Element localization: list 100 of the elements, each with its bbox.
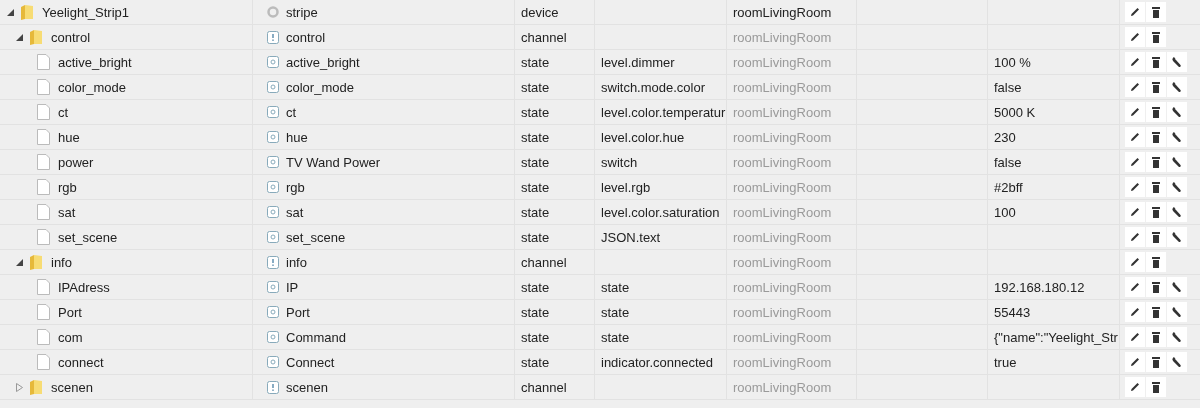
object-name[interactable]: power: [58, 154, 94, 170]
edit-button[interactable]: [1125, 102, 1145, 122]
delete-button[interactable]: [1146, 27, 1166, 47]
delete-button[interactable]: [1146, 177, 1166, 197]
object-name[interactable]: color_mode: [58, 79, 126, 95]
object-room: roomLivingRoom: [733, 329, 832, 345]
settings-button[interactable]: [1167, 127, 1187, 147]
edit-button[interactable]: [1125, 227, 1145, 247]
settings-button[interactable]: [1167, 177, 1187, 197]
file-icon: [37, 129, 50, 145]
trash-icon: [1152, 106, 1160, 118]
edit-button[interactable]: [1125, 177, 1145, 197]
object-room: roomLivingRoom: [733, 4, 832, 20]
object-name[interactable]: control: [51, 29, 91, 45]
delete-button[interactable]: [1146, 77, 1166, 97]
state-icon: [267, 231, 279, 243]
state-icon: [267, 356, 279, 368]
settings-button[interactable]: [1167, 152, 1187, 172]
trash-icon: [1152, 331, 1160, 343]
expand-arrow[interactable]: [15, 258, 23, 266]
object-name[interactable]: active_bright: [58, 54, 132, 70]
edit-button[interactable]: [1125, 277, 1145, 297]
object-room: roomLivingRoom: [733, 129, 832, 145]
state-icon: [267, 131, 279, 143]
edit-button[interactable]: [1125, 352, 1145, 372]
object-name[interactable]: hue: [58, 129, 80, 145]
settings-button[interactable]: [1167, 277, 1187, 297]
settings-button[interactable]: [1167, 327, 1187, 347]
edit-button[interactable]: [1125, 302, 1145, 322]
object-title: TV Wand Power: [286, 154, 381, 170]
object-name[interactable]: Yeelight_Strip1: [42, 4, 129, 20]
pencil-icon: [1130, 232, 1140, 242]
state-icon: [267, 281, 279, 293]
object-name[interactable]: sat: [58, 204, 76, 220]
edit-button[interactable]: [1125, 127, 1145, 147]
edit-button[interactable]: [1125, 77, 1145, 97]
delete-button[interactable]: [1146, 127, 1166, 147]
settings-button[interactable]: [1167, 52, 1187, 72]
pencil-icon: [1130, 307, 1140, 317]
object-role: switch.mode.color: [601, 79, 706, 95]
delete-button[interactable]: [1146, 227, 1166, 247]
delete-button[interactable]: [1146, 252, 1166, 272]
settings-button[interactable]: [1167, 77, 1187, 97]
trash-icon: [1152, 31, 1160, 43]
delete-button[interactable]: [1146, 277, 1166, 297]
delete-button[interactable]: [1146, 377, 1166, 397]
edit-button[interactable]: [1125, 52, 1145, 72]
object-type: channel: [521, 254, 567, 270]
edit-button[interactable]: [1125, 27, 1145, 47]
edit-button[interactable]: [1125, 2, 1145, 22]
settings-button[interactable]: [1167, 202, 1187, 222]
delete-button[interactable]: [1146, 2, 1166, 22]
ring-icon: [267, 6, 279, 18]
edit-button[interactable]: [1125, 377, 1145, 397]
expand-arrow[interactable]: [15, 33, 23, 41]
settings-button[interactable]: [1167, 302, 1187, 322]
object-name[interactable]: scenen: [51, 379, 93, 395]
object-role: state: [601, 304, 630, 320]
object-name[interactable]: set_scene: [58, 229, 118, 245]
edit-button[interactable]: [1125, 152, 1145, 172]
object-room: roomLivingRoom: [733, 279, 832, 295]
object-name[interactable]: info: [51, 254, 72, 270]
object-name[interactable]: IPAdress: [58, 279, 110, 295]
pencil-icon: [1130, 32, 1140, 42]
object-type: state: [521, 154, 550, 170]
object-name[interactable]: rgb: [58, 179, 77, 195]
trash-icon: [1152, 381, 1160, 393]
settings-button[interactable]: [1167, 102, 1187, 122]
settings-button[interactable]: [1167, 227, 1187, 247]
delete-button[interactable]: [1146, 302, 1166, 322]
object-name[interactable]: Port: [58, 304, 82, 320]
expand-arrow[interactable]: [6, 8, 14, 16]
edit-button[interactable]: [1125, 202, 1145, 222]
object-room: roomLivingRoom: [733, 204, 832, 220]
delete-button[interactable]: [1146, 327, 1166, 347]
object-title: Connect: [286, 354, 335, 370]
file-icon: [37, 279, 50, 295]
settings-button[interactable]: [1167, 352, 1187, 372]
object-name[interactable]: connect: [58, 354, 104, 370]
file-icon: [37, 79, 50, 95]
object-name[interactable]: ct: [58, 104, 69, 120]
object-type: channel: [521, 379, 567, 395]
delete-button[interactable]: [1146, 202, 1166, 222]
trash-icon: [1152, 256, 1160, 268]
object-type: state: [521, 179, 550, 195]
trash-icon: [1152, 156, 1160, 168]
object-name[interactable]: com: [58, 329, 83, 345]
delete-button[interactable]: [1146, 152, 1166, 172]
file-icon: [37, 54, 50, 70]
delete-button[interactable]: [1146, 102, 1166, 122]
object-title: color_mode: [286, 79, 354, 95]
pencil-icon: [1130, 107, 1140, 117]
delete-button[interactable]: [1146, 52, 1166, 72]
object-type: state: [521, 304, 550, 320]
object-title: Port: [286, 304, 310, 320]
edit-button[interactable]: [1125, 252, 1145, 272]
object-room: roomLivingRoom: [733, 254, 832, 270]
edit-button[interactable]: [1125, 327, 1145, 347]
trash-icon: [1152, 56, 1160, 68]
delete-button[interactable]: [1146, 352, 1166, 372]
